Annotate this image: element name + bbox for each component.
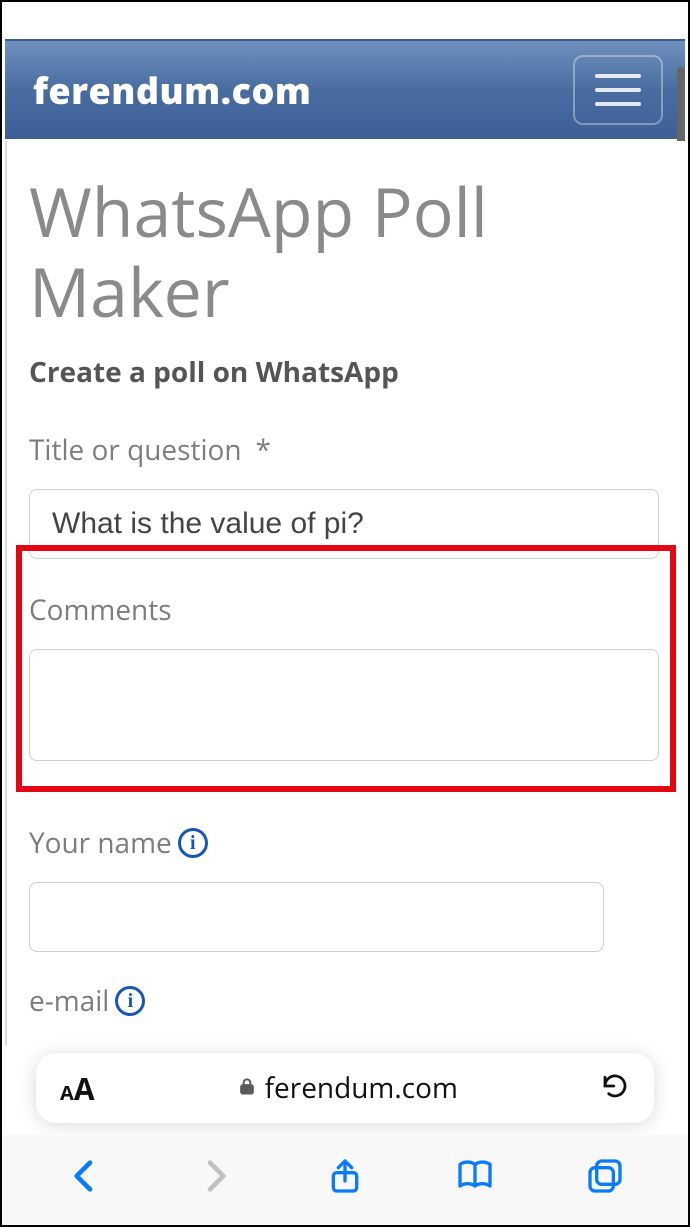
tabs-button[interactable] [583, 1154, 627, 1198]
page-title: WhatsApp Poll Maker [7, 171, 685, 331]
share-button[interactable] [323, 1154, 367, 1198]
email-label: e-mail i [29, 982, 659, 1020]
browser-address-bar[interactable]: AA ferendum.com [36, 1053, 654, 1123]
lock-icon [237, 1069, 257, 1107]
status-bar-spacer [4, 4, 686, 39]
name-input[interactable] [29, 882, 604, 952]
comments-input[interactable] [29, 649, 659, 761]
required-marker: * [246, 431, 271, 469]
comments-label: Comments [29, 591, 659, 629]
field-group-comments: Comments [7, 559, 685, 766]
browser-toolbar [2, 1135, 688, 1225]
info-icon[interactable]: i [178, 828, 208, 858]
field-group-title: Title or question * [7, 399, 685, 559]
site-navbar: ferendum.com [5, 39, 685, 139]
text-size-button[interactable]: AA [60, 1068, 95, 1109]
title-input[interactable] [29, 489, 659, 559]
page-subtitle: Create a poll on WhatsApp [7, 331, 685, 399]
info-icon[interactable]: i [115, 986, 145, 1016]
site-brand[interactable]: ferendum.com [33, 66, 311, 115]
back-button[interactable] [63, 1154, 107, 1198]
field-group-name: Your name i [7, 766, 685, 952]
url-display[interactable]: ferendum.com [237, 1069, 458, 1107]
page-content: WhatsApp Poll Maker Create a poll on Wha… [5, 141, 685, 1045]
field-group-email: e-mail i [7, 952, 685, 1020]
menu-toggle-button[interactable] [573, 55, 663, 125]
forward-button[interactable] [193, 1154, 237, 1198]
name-label: Your name i [29, 824, 659, 862]
reload-button[interactable] [600, 1071, 630, 1106]
title-label: Title or question * [29, 431, 659, 469]
hamburger-icon [595, 74, 641, 78]
bookmarks-button[interactable] [453, 1154, 497, 1198]
